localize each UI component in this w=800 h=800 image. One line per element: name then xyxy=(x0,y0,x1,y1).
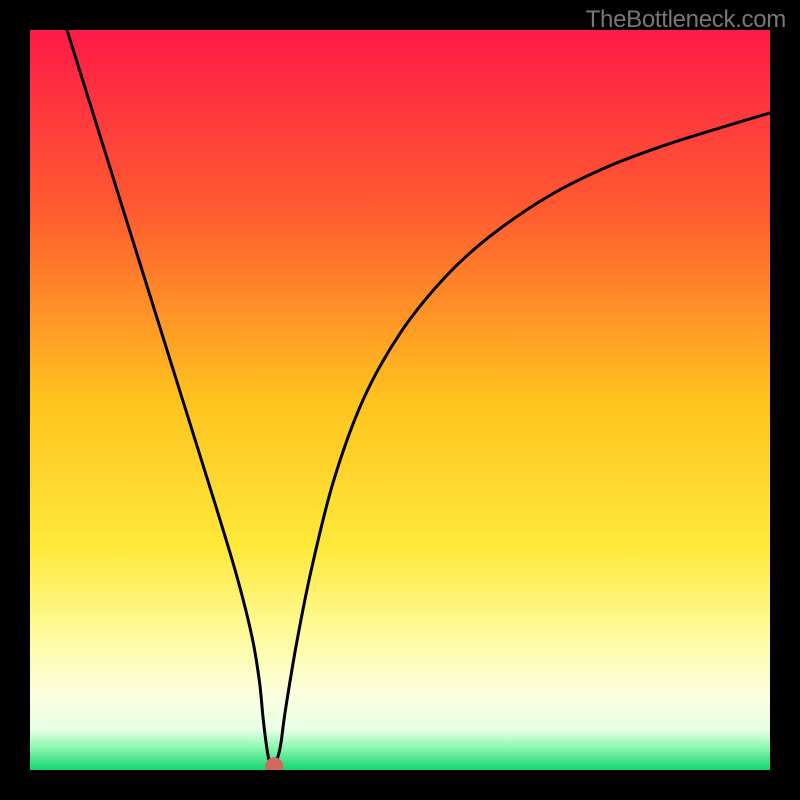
bottleneck-chart xyxy=(30,30,770,770)
chart-frame xyxy=(30,30,770,770)
gradient-background xyxy=(30,30,770,770)
watermark-text: TheBottleneck.com xyxy=(586,6,786,34)
